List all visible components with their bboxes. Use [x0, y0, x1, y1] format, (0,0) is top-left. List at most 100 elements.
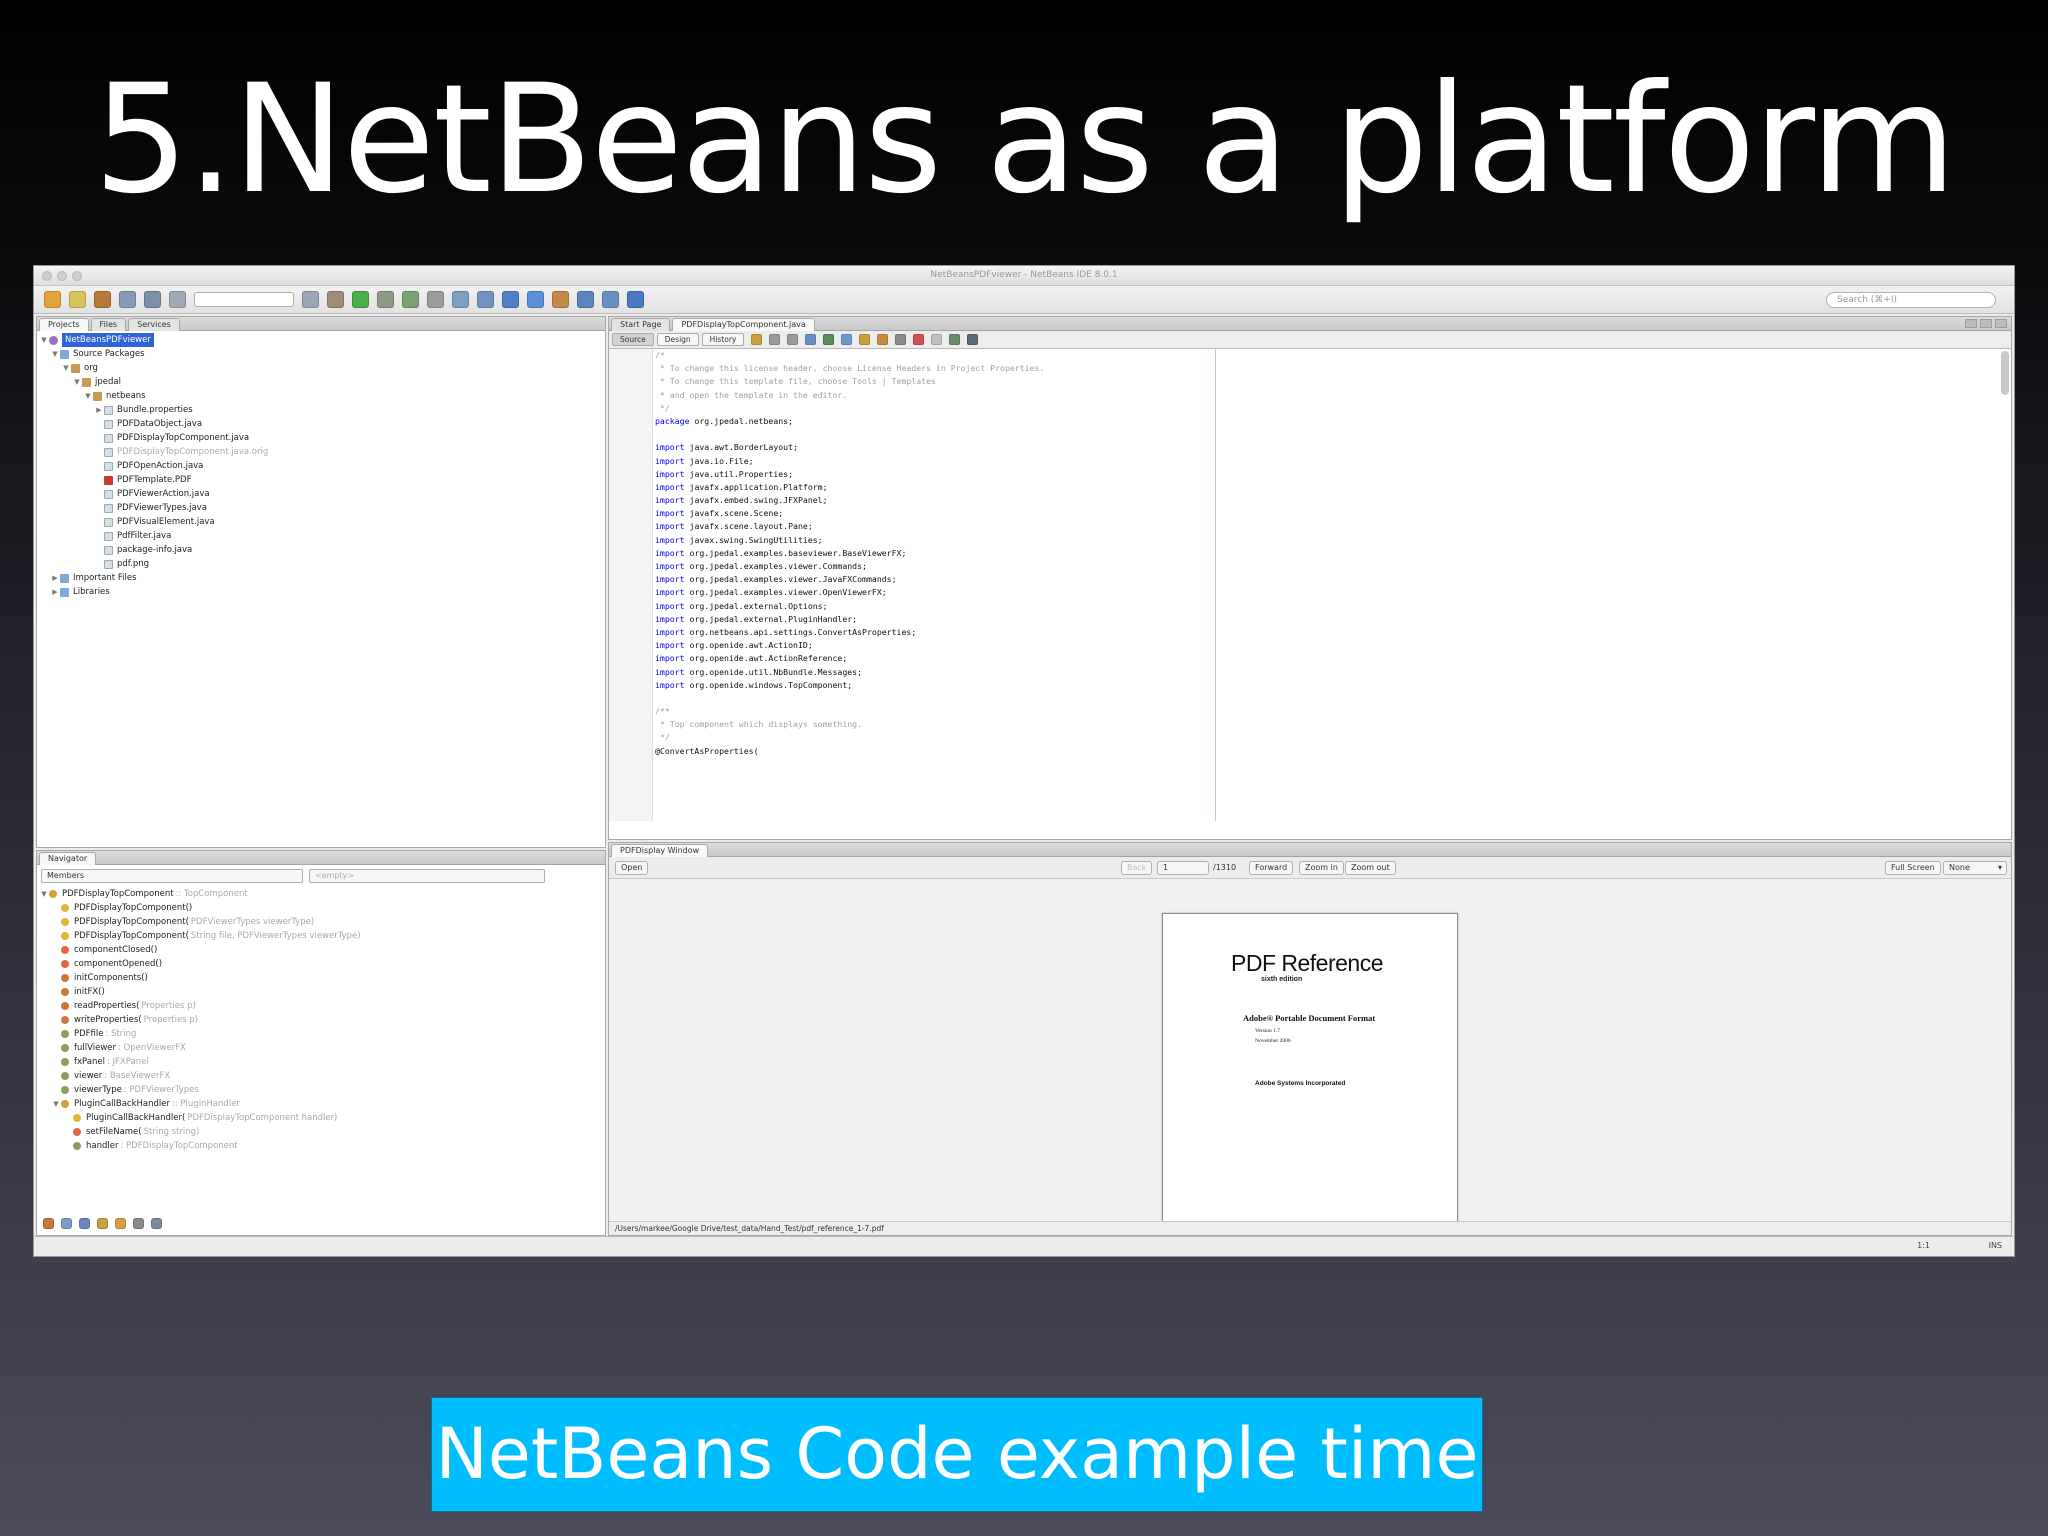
tool-icon-f[interactable] [552, 291, 569, 308]
project-tree-item[interactable]: pdf.png [39, 557, 603, 571]
expand-right-icon[interactable]: ▶ [94, 403, 104, 417]
tab-editor-file[interactable]: Start Page [611, 318, 671, 331]
navigator-member[interactable]: fullViewer : OpenViewerFX [39, 1041, 603, 1055]
editor-scrollbar[interactable] [2001, 351, 2009, 395]
editor-tool-icon[interactable] [949, 334, 961, 345]
view-design-button[interactable]: Design [656, 333, 699, 346]
project-tree-item[interactable]: package-info.java [39, 543, 603, 557]
editor-tool-icon[interactable] [967, 334, 979, 345]
editor-tool-icon[interactable] [931, 334, 943, 345]
navigator-member[interactable]: viewerType : PDFViewerTypes [39, 1083, 603, 1097]
navigator-member[interactable]: PluginCallBackHandler(PDFDisplayTopCompo… [39, 1111, 603, 1125]
save-all-icon[interactable] [119, 291, 136, 308]
tool-icon-b[interactable] [452, 291, 469, 308]
editor-nav-left-button[interactable] [1965, 319, 1977, 328]
navigator-member[interactable]: PDFDisplayTopComponent(String file, PDFV… [39, 929, 603, 943]
editor-tool-icon[interactable] [769, 334, 781, 345]
empty-combo[interactable]: <empty> [309, 869, 545, 883]
tab-editor-file[interactable]: PDFDisplayTopComponent.java [672, 318, 815, 331]
navigator-filter-icon[interactable] [151, 1218, 162, 1229]
project-tree-item[interactable]: ▼ jpedal [39, 375, 603, 389]
project-tree-item[interactable]: PDFViewerTypes.java [39, 501, 603, 515]
project-tree-item[interactable]: ▼ netbeans [39, 389, 603, 403]
open-project-icon[interactable] [94, 291, 111, 308]
members-combo[interactable]: Members [41, 869, 303, 883]
expand-right-icon[interactable]: ▶ [50, 571, 60, 585]
editor-tool-icon[interactable] [823, 334, 835, 345]
editor-tool-icon[interactable] [805, 334, 817, 345]
expand-down-icon[interactable]: ▼ [61, 361, 71, 375]
code-editor[interactable]: 1⊟/*2 * To change this license header, c… [655, 349, 1995, 821]
navigator-member[interactable]: readProperties(Properties p) [39, 999, 603, 1013]
open-button[interactable]: Open [615, 861, 649, 875]
run-icon[interactable] [352, 291, 369, 308]
new-file-icon[interactable] [69, 291, 86, 308]
configuration-combo[interactable] [194, 292, 294, 307]
expand-down-icon[interactable]: ▼ [83, 389, 93, 403]
project-tree-item[interactable]: PDFDataObject.java [39, 417, 603, 431]
tab-navigator[interactable]: Navigator [39, 852, 97, 865]
tab-pdf-display[interactable]: PDFDisplay Window [611, 844, 709, 857]
undo-icon[interactable] [144, 291, 161, 308]
navigator-filter-icon[interactable] [115, 1218, 126, 1229]
navigator-member[interactable]: ▼ PluginCallBackHandler :: PluginHandler [39, 1097, 603, 1111]
editor-tool-icon[interactable] [787, 334, 799, 345]
tool-icon-c[interactable] [477, 291, 494, 308]
navigator-filter-icon[interactable] [97, 1218, 108, 1229]
navigator-member[interactable]: initFX() [39, 985, 603, 999]
navigator-member[interactable]: ▼ PDFDisplayTopComponent :: TopComponent [39, 887, 603, 901]
navigator-member[interactable]: viewer : BaseViewerFX [39, 1069, 603, 1083]
page-number-field[interactable]: 1 [1157, 861, 1209, 875]
view-history-button[interactable]: History [701, 333, 745, 346]
navigator-member[interactable]: PDFDisplayTopComponent(PDFViewerTypes vi… [39, 915, 603, 929]
forward-button[interactable]: Forward [1249, 861, 1294, 875]
navigator-member[interactable]: setFileName(String string) [39, 1125, 603, 1139]
navigator-member[interactable]: handler : PDFDisplayTopComponent [39, 1139, 603, 1153]
tab-projects[interactable]: Projects [39, 318, 89, 331]
tab-services[interactable]: Services [128, 318, 180, 331]
build-icon[interactable] [302, 291, 319, 308]
navigator-member[interactable]: initComponents() [39, 971, 603, 985]
project-tree-item[interactable]: PdfFilter.java [39, 529, 603, 543]
project-tree-item[interactable]: PDFViewerAction.java [39, 487, 603, 501]
tool-icon-a[interactable] [427, 291, 444, 308]
navigator-member[interactable]: writeProperties(Properties p) [39, 1013, 603, 1027]
editor-tool-icon[interactable] [877, 334, 889, 345]
editor-tool-icon[interactable] [859, 334, 871, 345]
project-tree-item[interactable]: ▶ Libraries [39, 585, 603, 599]
expand-down-icon[interactable]: ▼ [39, 333, 49, 347]
new-project-icon[interactable] [44, 291, 61, 308]
editor-tool-icon[interactable] [895, 334, 907, 345]
navigator-member[interactable]: PDFDisplayTopComponent() [39, 901, 603, 915]
project-tree-item[interactable]: ▼ org [39, 361, 603, 375]
zoom-in-button[interactable]: Zoom in [1299, 861, 1344, 875]
editor-tool-icon[interactable] [913, 334, 925, 345]
navigator-member[interactable]: fxPanel : JFXPanel [39, 1055, 603, 1069]
profile-icon[interactable] [402, 291, 419, 308]
fit-mode-select[interactable]: None ▾ [1943, 861, 2007, 875]
navigator-filter-icon[interactable] [79, 1218, 90, 1229]
tab-files[interactable]: Files [90, 318, 127, 331]
navigator-filter-icon[interactable] [133, 1218, 144, 1229]
editor-nav-right-button[interactable] [1980, 319, 1992, 328]
tool-icon-g[interactable] [577, 291, 594, 308]
view-source-button[interactable]: Source [612, 333, 654, 346]
expand-down-icon[interactable]: ▼ [50, 347, 60, 361]
navigator-member[interactable]: PDFfile : String [39, 1027, 603, 1041]
project-tree-item[interactable]: ▶ Bundle.properties [39, 403, 603, 417]
search-field[interactable]: Search (⌘+I) [1826, 292, 1996, 308]
expand-down-icon[interactable]: ▼ [39, 887, 49, 901]
tool-icon-e[interactable] [527, 291, 544, 308]
navigator-filter-icon[interactable] [61, 1218, 72, 1229]
tool-icon-h[interactable] [602, 291, 619, 308]
debug-icon[interactable] [377, 291, 394, 308]
project-tree-item[interactable]: PDFTemplate.PDF [39, 473, 603, 487]
redo-icon[interactable] [169, 291, 186, 308]
navigator-member[interactable]: componentClosed() [39, 943, 603, 957]
editor-maximize-button[interactable] [1995, 319, 2007, 328]
clean-build-icon[interactable] [327, 291, 344, 308]
fullscreen-button[interactable]: Full Screen [1885, 861, 1941, 875]
expand-down-icon[interactable]: ▼ [51, 1097, 61, 1111]
editor-tool-icon[interactable] [751, 334, 763, 345]
project-tree-item[interactable]: PDFDisplayTopComponent.java.orig [39, 445, 603, 459]
